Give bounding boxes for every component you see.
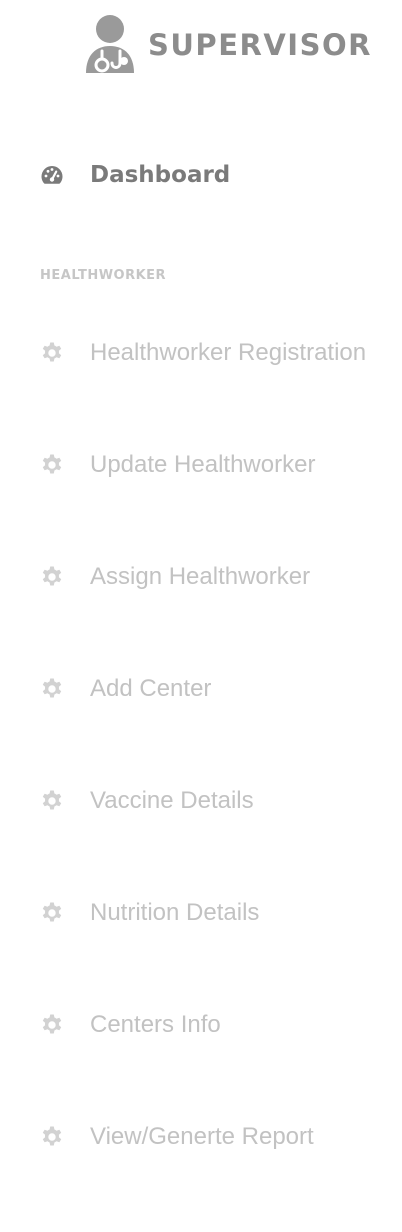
nav-item-label: Healthworker Registration [90, 339, 367, 366]
nav-item-add-center[interactable]: Add Center [40, 672, 402, 706]
nav-item-nutrition-details[interactable]: Nutrition Details [40, 896, 402, 930]
gear-icon [42, 1126, 62, 1146]
nav-item-healthworker-registration[interactable]: Healthworker Registration [40, 336, 402, 370]
nav-item-update-healthworker[interactable]: Update Healthworker [40, 448, 402, 482]
brand: SUPERVISOR [80, 10, 380, 80]
nav-item-label: Assign Healthworker [90, 563, 311, 590]
nav-item-view-generte-report[interactable]: View/Generte Report [40, 1120, 402, 1154]
gear-icon [42, 454, 62, 474]
gear-icon [42, 1014, 62, 1034]
gear-icon [42, 902, 62, 922]
section-heading: HEALTHWORKER [40, 268, 167, 283]
nav-item-label: Nutrition Details [90, 899, 260, 926]
nav-dashboard[interactable]: Dashboard [40, 158, 380, 192]
gauge-icon [41, 166, 63, 184]
nav-item-label: Add Center [90, 675, 212, 702]
nav-item-vaccine-details[interactable]: Vaccine Details [40, 784, 402, 818]
gear-icon [42, 566, 62, 586]
gear-icon [42, 790, 62, 810]
nav-item-assign-healthworker[interactable]: Assign Healthworker [40, 560, 402, 594]
gear-icon [42, 678, 62, 698]
gear-icon [42, 342, 62, 362]
nav-item-label: Update Healthworker [90, 451, 316, 478]
nav-item-centers-info[interactable]: Centers Info [40, 1008, 402, 1042]
healthworker-menu: Healthworker Registration Update Healthw… [40, 336, 402, 1232]
nav-item-label: Vaccine Details [90, 787, 254, 814]
nav-item-label: View/Generte Report [90, 1123, 314, 1150]
doctor-avatar-icon [86, 15, 134, 73]
nav-dashboard-label: Dashboard [90, 162, 231, 188]
brand-title: SUPERVISOR [148, 28, 372, 62]
nav-item-label: Centers Info [90, 1011, 221, 1038]
